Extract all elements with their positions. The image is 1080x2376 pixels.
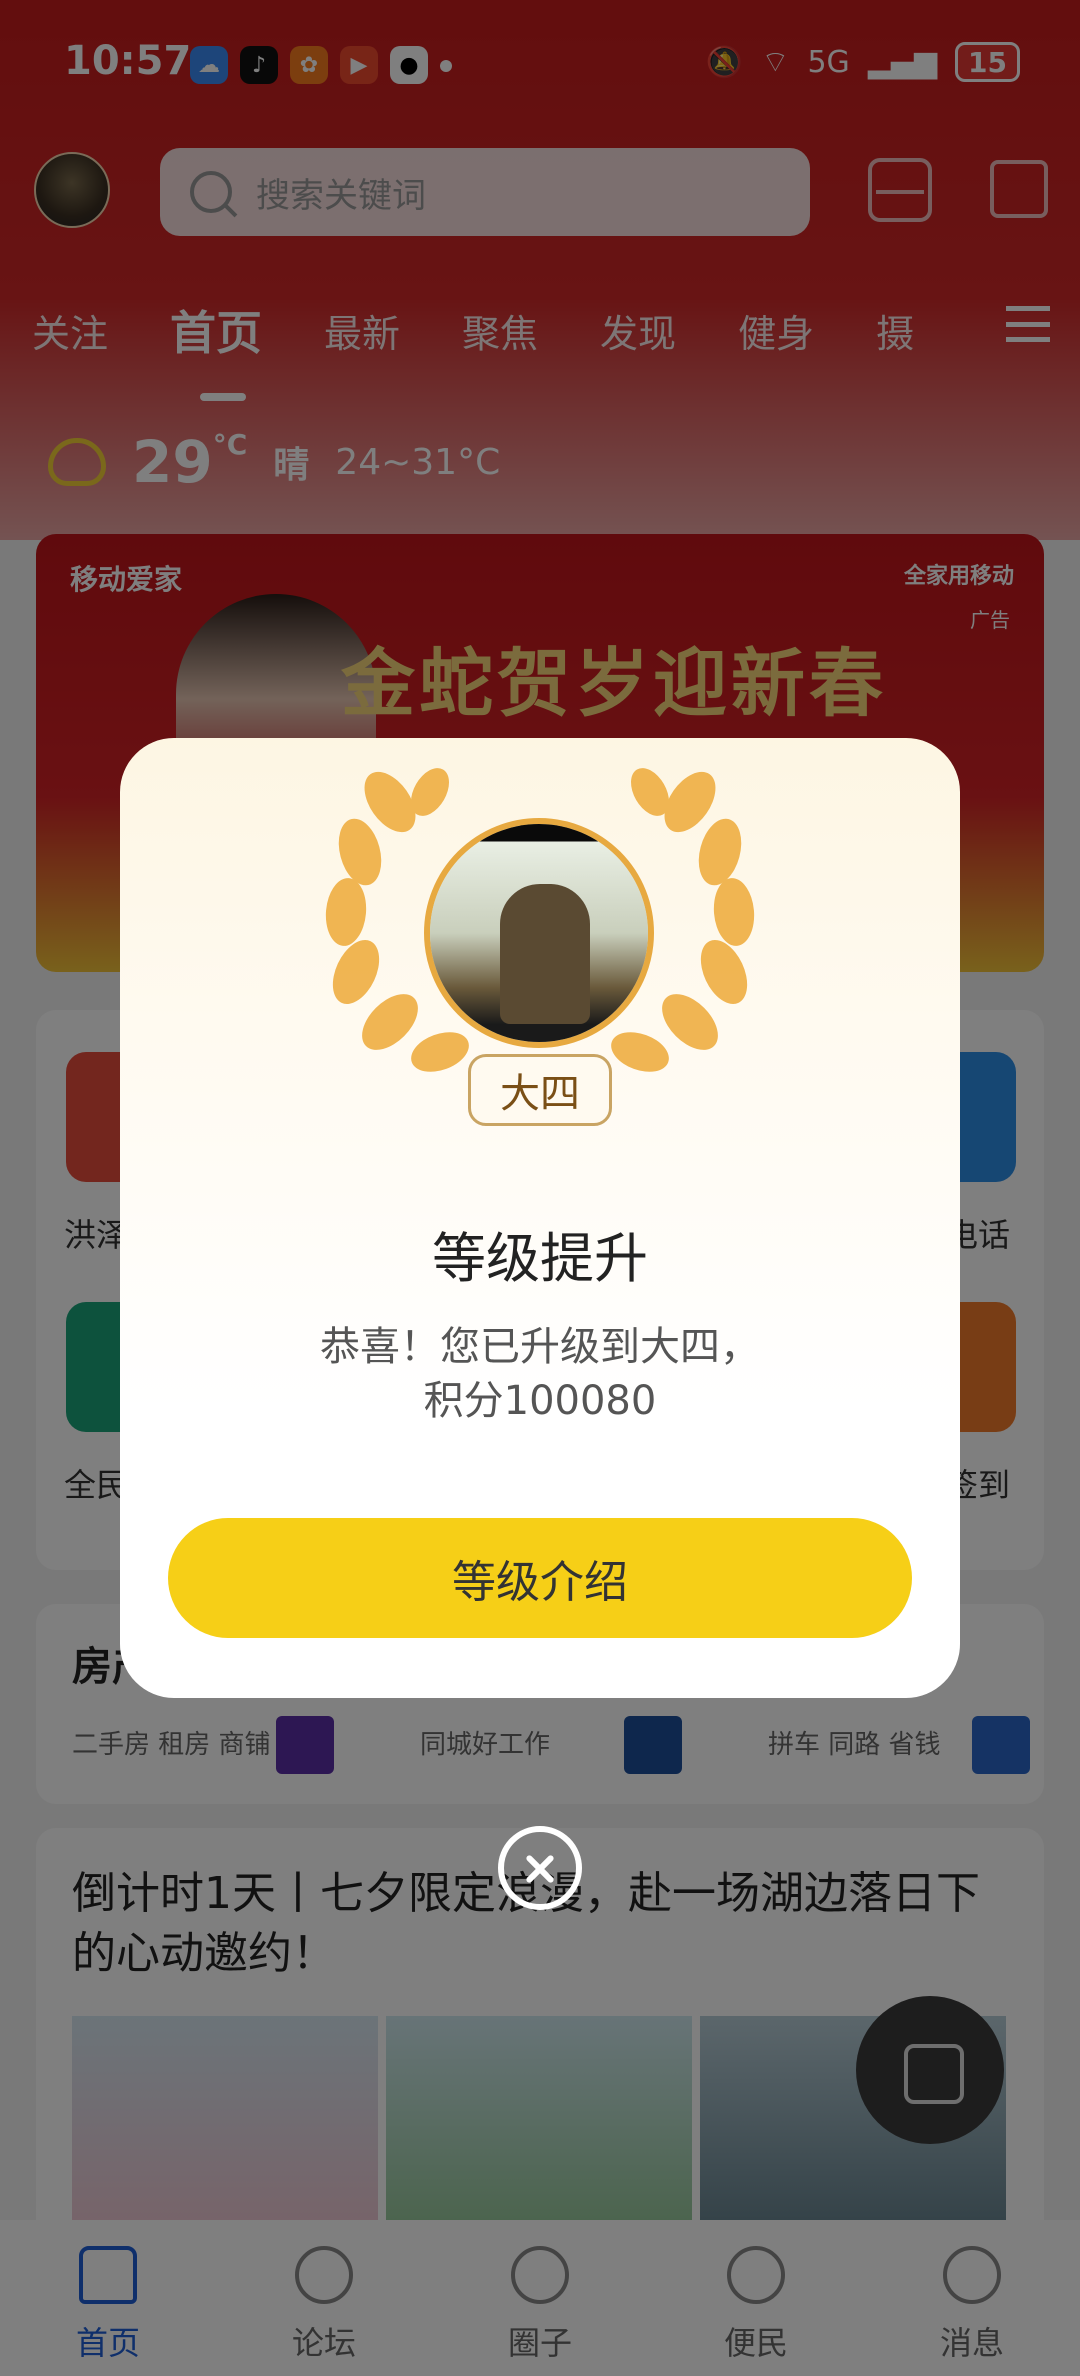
message-line-1: 恭喜！您已升级到大四， — [320, 1324, 760, 1370]
close-icon[interactable] — [498, 1826, 582, 1910]
level-up-modal: 大四 等级提升 恭喜！您已升级到大四， 积分100080 等级介绍 — [120, 738, 960, 1698]
message-line-2: 积分100080 — [423, 1378, 657, 1424]
avatar-figure — [500, 884, 590, 1024]
level-badge: 大四 — [468, 1054, 612, 1126]
level-avatar — [424, 818, 654, 1048]
modal-title: 等级提升 — [432, 1227, 648, 1290]
level-intro-button[interactable]: 等级介绍 — [168, 1518, 912, 1638]
modal-message: 恭喜！您已升级到大四， 积分100080 — [120, 1320, 960, 1428]
